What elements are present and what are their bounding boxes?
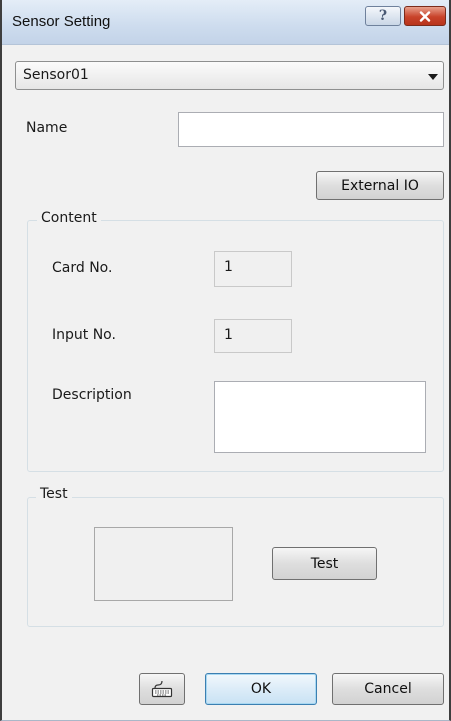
card-no-field: 1 [214,251,292,287]
test-group-title: Test [36,486,72,502]
card-no-label: Card No. [52,260,113,276]
sensor-select[interactable]: Sensor01 [15,61,444,90]
description-label: Description [52,387,132,403]
close-icon [419,10,431,22]
chevron-down-icon [428,74,438,80]
name-input[interactable] [178,112,444,147]
close-button[interactable] [404,6,446,26]
name-label: Name [26,120,68,136]
ok-button[interactable]: OK [205,673,317,705]
title-bar[interactable]: Sensor Setting ? [2,0,449,45]
test-indicator [94,527,233,601]
cancel-button[interactable]: Cancel [332,673,444,705]
question-icon: ? [378,8,388,24]
sensor-select-value: Sensor01 [23,67,89,83]
keyboard-button[interactable] [139,673,185,705]
keyboard-icon [151,680,173,698]
help-button[interactable]: ? [365,6,401,26]
sensor-setting-dialog: Sensor Setting ? Sensor01 Name External … [0,0,451,721]
description-input[interactable] [214,381,426,453]
test-group [27,497,444,627]
external-io-button[interactable]: External IO [316,171,444,200]
input-no-field: 1 [214,319,292,353]
input-no-label: Input No. [52,327,116,343]
content-group-title: Content [37,210,101,226]
test-button[interactable]: Test [272,547,377,580]
window-title: Sensor Setting [12,13,111,30]
